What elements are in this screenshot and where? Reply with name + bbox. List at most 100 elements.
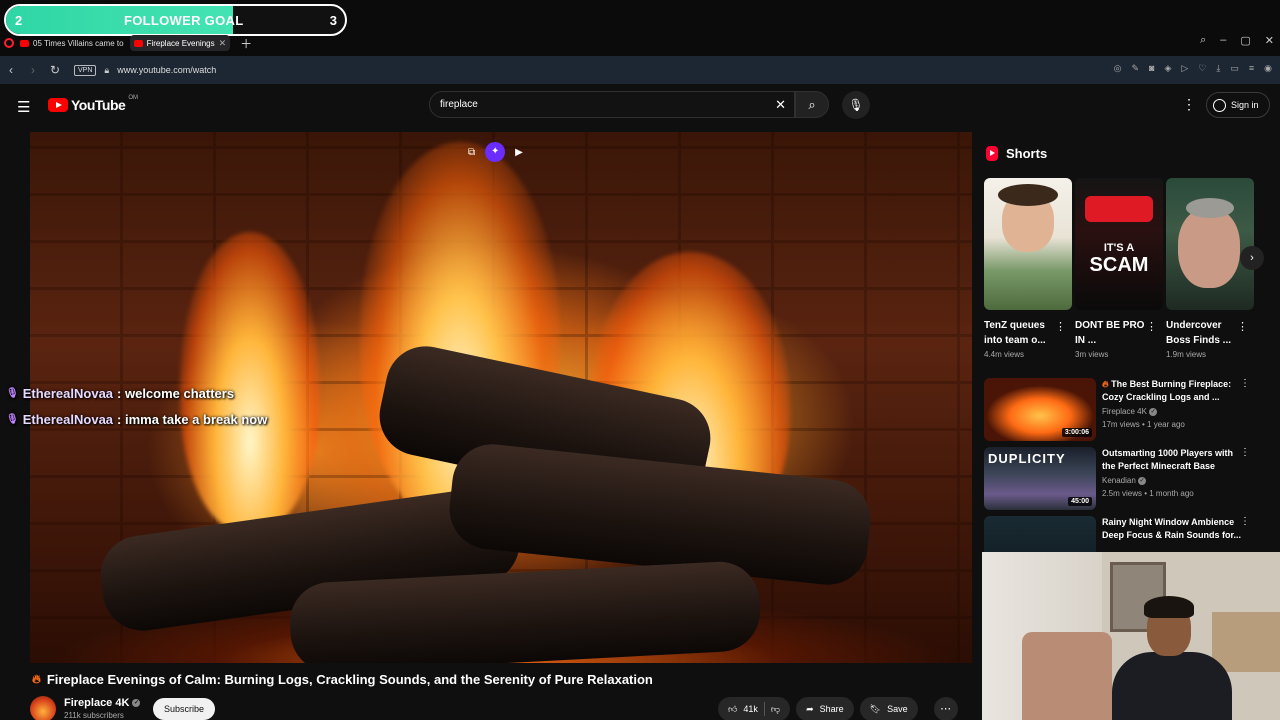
follower-goal-target: 3 [329,13,337,28]
short-item[interactable]: Undercover Boss Finds ... 1.9m views ⋮ [1166,178,1254,359]
subscriber-count: 211k subscribers [64,711,124,720]
tab-fireplace[interactable]: Fireplace Evenings ✕ [129,35,231,51]
ai-assist-icon[interactable]: ✦ [485,142,506,162]
short-title[interactable]: DONT BE PRO IN ... [1075,318,1151,348]
channel-name-text: Kenadian [1102,476,1136,485]
new-tab-icon[interactable]: ＋ [240,35,252,52]
youtube-favicon-icon [20,39,29,47]
save-button[interactable]: 🔖︎ Save [859,697,918,720]
verified-icon: ✓ [1149,407,1158,416]
webcam-overlay [982,552,1280,720]
fire-icon: 🔥︎ [32,672,41,686]
duration-badge: 3:00:06 [1061,428,1092,437]
channel-name-text: Fireplace 4K [1102,407,1147,416]
dislike-icon[interactable]: 👎︎ [771,704,780,715]
video-meta: 17m views • 1 year ago [1102,420,1185,429]
heart-icon[interactable]: ♡ [1198,63,1206,74]
forward-icon[interactable]: › [22,63,44,77]
search-input[interactable]: fireplace ✕ [429,91,795,118]
room-shelf [1212,612,1280,672]
video-menu-icon[interactable]: ⋮ [1240,516,1250,527]
short-thumbnail[interactable] [984,178,1072,310]
more-actions-icon[interactable]: ⋯ [933,697,958,720]
youtube-play-icon [48,98,68,112]
url-field[interactable]: www.youtube.com/watch [117,65,216,75]
play-icon[interactable]: ▷ [1181,63,1188,74]
vpn-badge[interactable]: VPN [74,64,97,76]
tab-villains[interactable]: 05 Times Villains came to [16,35,128,51]
video-title[interactable]: Rainy Night Window Ambience Deep Focus &… [1102,516,1242,542]
reload-icon[interactable]: ↻ [44,63,66,77]
minimize-icon[interactable]: – [1220,34,1226,47]
channel-avatar[interactable] [30,696,56,720]
browser-tab-bar: 2 FOLLOWER GOAL 3 05 Times Villains came… [0,0,1280,56]
video-menu-icon[interactable]: ⋮ [1240,447,1250,458]
settings-menu-icon[interactable]: ⋮ [1182,96,1196,113]
extension-toolbar: ◎ ✎ ◙ ◈ ▷ ♡ ⤓ ▭ ≡ ◉ [1114,63,1272,74]
close-window-icon[interactable]: ✕ [1265,34,1274,47]
download-icon[interactable]: ⤓ [1216,63,1220,74]
short-views: 4.4m views [984,350,1025,359]
sign-in-label: Sign in [1231,100,1259,110]
like-count[interactable]: 41k [743,704,758,714]
tab-strip: 05 Times Villains came to Fireplace Even… [4,34,252,52]
video-title[interactable]: 🔥︎ The Best Burning Fireplace: Cozy Crac… [1102,378,1242,404]
share-button[interactable]: ➦ Share [796,697,854,720]
flame [180,232,320,532]
short-thumbnail[interactable]: IT'S A SCAM [1075,178,1163,310]
streamer-hair [1144,596,1194,618]
channel-name[interactable]: Kenadian ✓ [1102,476,1147,485]
sign-in-button[interactable]: Sign in [1206,92,1270,118]
short-menu-icon[interactable]: ⋮ [1146,320,1157,333]
short-item[interactable]: IT'S A SCAM DONT BE PRO IN ... 3m views … [1075,178,1163,359]
chat-username: EtherealNovaa [22,386,114,401]
channel-name[interactable]: Fireplace 4K ✓ [64,697,141,709]
video-menu-icon[interactable]: ⋮ [1240,378,1250,389]
search-button[interactable]: ⌕ [795,91,829,118]
reader-icon[interactable]: ▭ [1230,63,1239,74]
short-menu-icon[interactable]: ⋮ [1237,320,1248,333]
microphone-icon: 🎙︎ [848,98,864,112]
back-icon[interactable]: ‹ [0,63,22,77]
hamburger-menu-icon[interactable]: ☰ [17,98,30,116]
like-icon[interactable]: 👍︎ [728,704,737,715]
maximize-icon[interactable]: ▢ [1240,34,1250,47]
save-label: Save [887,704,908,714]
video-title[interactable]: Outsmarting 1000 Players with the Perfec… [1102,447,1242,473]
streamer-body [1112,652,1232,720]
short-menu-icon[interactable]: ⋮ [1055,320,1066,333]
recommended-video[interactable]: 3:00:06 🔥︎ The Best Burning Fireplace: C… [984,378,1264,442]
country-code: OM [128,95,138,101]
follower-goal-overlay: 2 FOLLOWER GOAL 3 [4,4,347,36]
youtube-logo[interactable]: YouTube OM [48,95,138,113]
recommended-video[interactable]: DUPLICITY 45:00 Outsmarting 1000 Players… [984,447,1264,511]
voice-search-button[interactable]: 🎙︎ [842,91,870,119]
video-title-text: Fireplace Evenings of Calm: Burning Logs… [46,672,653,687]
subscribe-button[interactable]: Subscribe [153,698,215,720]
address-bar: ‹ › ↻ VPN 🔒︎ www.youtube.com/watch ◎ ✎ ◙… [0,56,1280,84]
short-item[interactable]: TenZ queues into team o... 4.4m views ⋮ [984,178,1072,359]
lock-icon[interactable]: 🔒︎ [104,65,109,76]
short-thumbnail[interactable] [1166,178,1254,310]
short-title[interactable]: Undercover Boss Finds ... [1166,318,1242,348]
tab-close-icon[interactable]: ✕ [219,38,227,49]
chat-text: : imma take a break now [117,412,268,427]
clear-search-icon[interactable]: ✕ [775,97,786,113]
opera-logo-icon[interactable] [4,38,14,48]
picture-in-picture-icon[interactable]: ⧉ [468,147,475,158]
search-tabs-icon[interactable]: ⌕ [1200,34,1206,47]
camera-icon[interactable]: ◙ [1149,63,1154,74]
profile-icon[interactable]: ◉ [1264,63,1272,74]
menu-icon[interactable]: ≡ [1249,63,1254,74]
popout-icon[interactable]: ▶ [515,147,523,158]
edit-icon[interactable]: ✎ [1131,63,1139,74]
shield-icon[interactable]: ◈ [1164,63,1171,74]
video-thumbnail[interactable]: DUPLICITY 45:00 [984,447,1096,510]
short-title[interactable]: TenZ queues into team o... [984,318,1060,348]
channel-name[interactable]: Fireplace 4K ✓ [1102,407,1158,416]
shorts-next-icon[interactable]: › [1240,246,1264,270]
person-hair [998,184,1058,206]
video-thumbnail[interactable]: 3:00:06 [984,378,1096,441]
shorts-heading: Shorts [986,146,1047,161]
extension-icon[interactable]: ◎ [1114,63,1122,74]
